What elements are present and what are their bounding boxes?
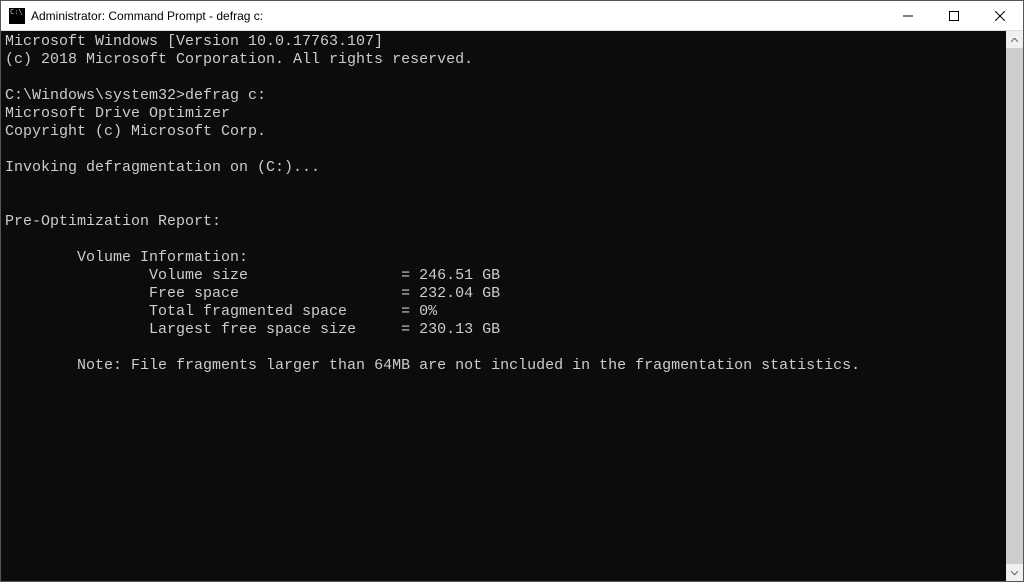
report-header: Pre-Optimization Report: [5,213,221,230]
row-value: = 230.13 GB [383,321,500,338]
minimize-icon [903,11,913,21]
line: Copyright (c) Microsoft Corp. [5,123,266,140]
client-area: Microsoft Windows [Version 10.0.17763.10… [1,31,1023,581]
scroll-track[interactable] [1006,48,1023,564]
vertical-scrollbar[interactable] [1006,31,1023,581]
row-label: Volume size [5,267,383,284]
window-controls [885,1,1023,30]
scroll-thumb[interactable] [1006,48,1023,564]
chevron-down-icon [1011,571,1018,575]
scroll-down-button[interactable] [1006,564,1023,581]
note: Note: File fragments larger than 64MB ar… [5,357,860,374]
maximize-icon [949,11,959,21]
cmd-icon [9,8,25,24]
chevron-up-icon [1011,38,1018,42]
command: defrag c: [185,87,266,104]
line: Invoking defragmentation on (C:)... [5,159,320,176]
window-title: Administrator: Command Prompt - defrag c… [31,9,885,23]
line: Microsoft Drive Optimizer [5,105,230,122]
terminal-output[interactable]: Microsoft Windows [Version 10.0.17763.10… [1,31,1006,581]
row-value: = 232.04 GB [383,285,500,302]
row-value: = 246.51 GB [383,267,500,284]
scroll-up-button[interactable] [1006,31,1023,48]
row-label: Free space [5,285,383,302]
titlebar[interactable]: Administrator: Command Prompt - defrag c… [1,1,1023,31]
row-value: = 0% [383,303,437,320]
volume-info-header: Volume Information: [5,249,248,266]
row-label: Total fragmented space [5,303,383,320]
row-label: Largest free space size [5,321,383,338]
window: Administrator: Command Prompt - defrag c… [0,0,1024,582]
line: (c) 2018 Microsoft Corporation. All righ… [5,51,473,68]
close-icon [995,11,1005,21]
minimize-button[interactable] [885,1,931,30]
line: Microsoft Windows [Version 10.0.17763.10… [5,33,383,50]
close-button[interactable] [977,1,1023,30]
maximize-button[interactable] [931,1,977,30]
prompt: C:\Windows\system32> [5,87,185,104]
